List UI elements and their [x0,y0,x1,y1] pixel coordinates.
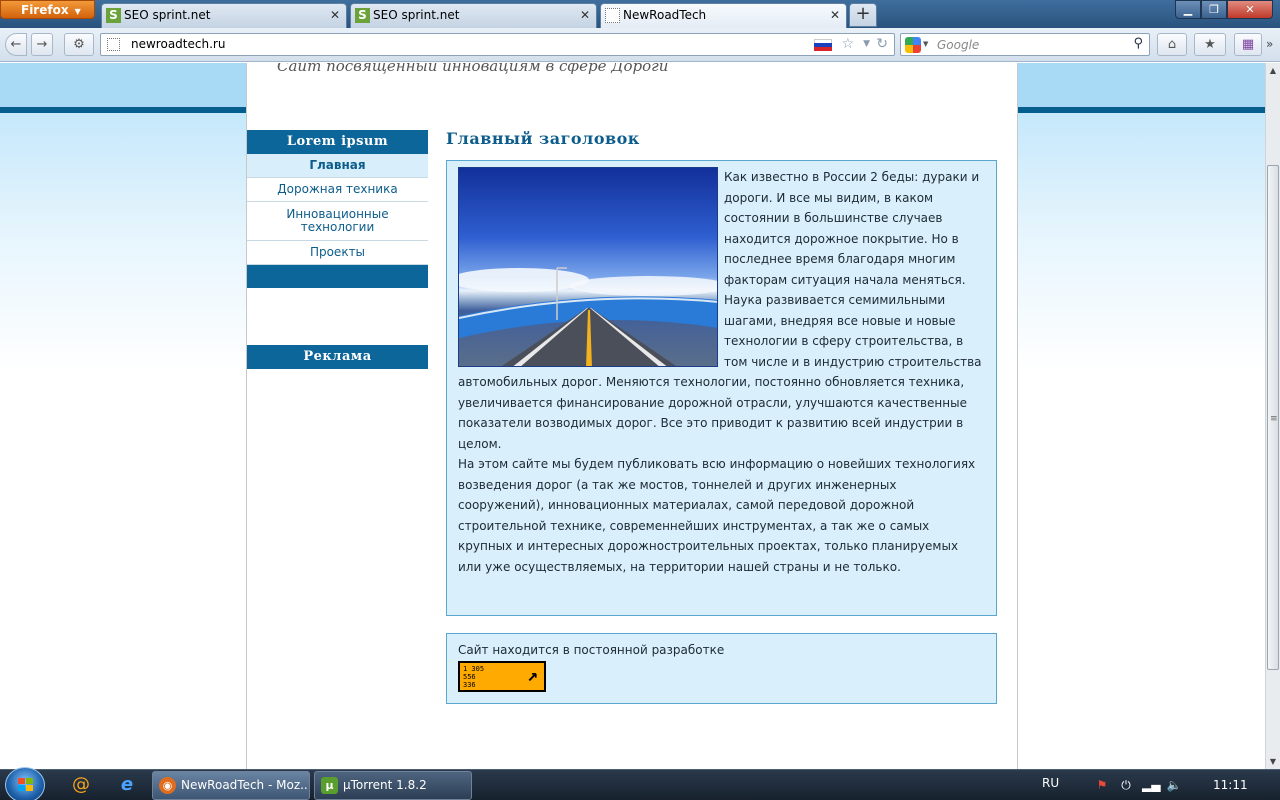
search-placeholder: Google [937,38,980,52]
maximize-button[interactable]: ❐ [1201,0,1227,19]
taskbar-item-utorrent[interactable]: µ µTorrent 1.8.2 [314,771,472,800]
apps-grid-icon[interactable]: ▦ [1234,33,1262,56]
taskbar-item-label: µTorrent 1.8.2 [343,778,427,792]
back-button[interactable]: ← [5,33,27,56]
web-page: Сайт посвященный инновациям в сфере Доро… [0,63,1265,769]
page-title: Главный заголовок [446,129,640,148]
sidebar-item-label: Инновационные технологии [286,207,389,234]
taskbar-item-label: NewRoadTech - Moz... [181,778,310,792]
volume-icon[interactable]: 🔈 [1166,777,1182,793]
tab-label: NewRoadTech [623,8,707,22]
sidebar-item-label: Главная [309,158,366,172]
tab-label: SEO sprint.net [124,8,211,22]
sidebar-menu-title: Lorem ipsum [247,130,428,154]
tab-label: SEO sprint.net [373,8,460,22]
addon-icon[interactable]: ⚙ [64,33,94,56]
close-icon[interactable]: ✕ [580,4,590,27]
windows-logo-icon [18,778,34,792]
article-box: Как известно в России 2 беды: дураки и д… [446,160,997,616]
chevron-down-icon: ▼ [74,7,81,16]
article-paragraph: На этом сайте мы будем публиковать всю и… [458,457,976,574]
road-image [458,167,718,367]
new-tab-button[interactable]: + [849,3,877,27]
chevron-down-icon[interactable]: ▼ [863,39,870,49]
development-note: Сайт находится в постоянной разработке [458,643,725,657]
sidebar-item-label: Проекты [309,245,366,259]
sidebar-item-home[interactable]: Главная [247,154,428,178]
language-indicator[interactable]: RU [1042,776,1059,790]
url-text[interactable]: newroadtech.ru [131,37,225,51]
start-button[interactable] [5,767,45,800]
sidebar-item-label: Дорожная техника [277,182,398,196]
scroll-down-arrow-icon[interactable]: ▼ [1266,754,1280,769]
page-icon [107,38,120,51]
plus-icon: + [855,3,871,24]
scrollbar-thumb[interactable]: ≡ [1267,165,1279,670]
reload-icon[interactable]: ↻ [876,36,888,52]
development-note-box: Сайт находится в постоянной разработке 1… [446,633,997,704]
clock[interactable]: 11:11 [1213,778,1248,792]
url-bar[interactable]: newroadtech.ru ☆ ▼ ↻ [100,33,895,56]
tab-strip: Firefox ▼ S SEO sprint.net ✕ S SEO sprint… [0,0,1280,28]
home-icon[interactable]: ⌂ [1157,33,1187,56]
taskbar-item-firefox[interactable]: ◉ NewRoadTech - Moz... [152,771,310,800]
taskbar: @ e ◉ NewRoadTech - Moz... µ µTorrent 1.… [0,767,1280,800]
sidebar-item-innovative-tech[interactable]: Инновационные технологии [247,202,428,241]
arrow-up-right-icon: ↗ [527,665,538,686]
blank-page-favicon-icon [605,8,620,23]
site-tagline: Сайт посвященный инновациям в сфере Доро… [277,63,669,75]
minimize-button[interactable]: ▁ [1175,0,1201,19]
page-container: Сайт посвященный инновациям в сфере Доро… [246,63,1018,769]
scroll-up-arrow-icon[interactable]: ▲ [1266,63,1280,78]
sidebar-menu: Главная Дорожная техника Инновационные т… [247,154,428,265]
grip-icon: ≡ [1270,414,1278,424]
internet-explorer-icon[interactable]: e [114,773,140,797]
seosprint-favicon-icon: S [106,8,121,23]
visitor-counter-badge[interactable]: 1 305 556 336 ↗ [458,661,546,692]
network-signal-icon[interactable]: ▂▄ [1142,777,1160,793]
search-icon[interactable]: ⚲ [1133,36,1143,51]
search-bar[interactable]: ▼ Google ⚲ [900,33,1150,56]
seosprint-favicon-icon: S [355,8,370,23]
sidebar-item-road-machinery[interactable]: Дорожная техника [247,178,428,202]
sidebar-item-projects[interactable]: Проекты [247,241,428,265]
tab-seo-sprint-1[interactable]: S SEO sprint.net ✕ [101,3,347,28]
overflow-chevron-icon[interactable]: » [1266,37,1273,51]
bookmarks-icon[interactable]: ★ [1194,33,1226,56]
power-icon[interactable]: ⏻ [1118,777,1134,793]
close-icon[interactable]: ✕ [830,4,840,27]
firefox-menu-button[interactable]: Firefox ▼ [0,0,95,19]
firefox-icon: ◉ [159,777,176,794]
chevron-down-icon[interactable]: ▼ [923,40,928,48]
navigation-toolbar: ← → ⚙ newroadtech.ru ☆ ▼ ↻ ▼ Google ⚲ ⌂ … [0,28,1280,62]
russia-flag-icon [814,39,832,51]
firefox-menu-label: Firefox [21,3,69,17]
mail-agent-icon[interactable]: @ [68,773,94,797]
close-icon[interactable]: ✕ [330,4,340,27]
forward-button[interactable]: → [31,33,53,56]
tab-seo-sprint-2[interactable]: S SEO sprint.net ✕ [350,3,597,28]
window-close-button[interactable]: ✕ [1227,0,1273,19]
tab-newroadtech[interactable]: NewRoadTech ✕ [600,3,847,28]
sidebar-ads-title: Реклама [247,345,428,369]
action-center-icon[interactable]: ⚑ [1094,777,1110,793]
sidebar-menu-footer [247,265,428,288]
google-icon[interactable] [905,37,921,53]
utorrent-icon: µ [321,777,338,794]
bookmark-star-icon[interactable]: ☆ [841,36,854,52]
vertical-scrollbar[interactable]: ▲ ≡ ▼ [1265,63,1280,769]
